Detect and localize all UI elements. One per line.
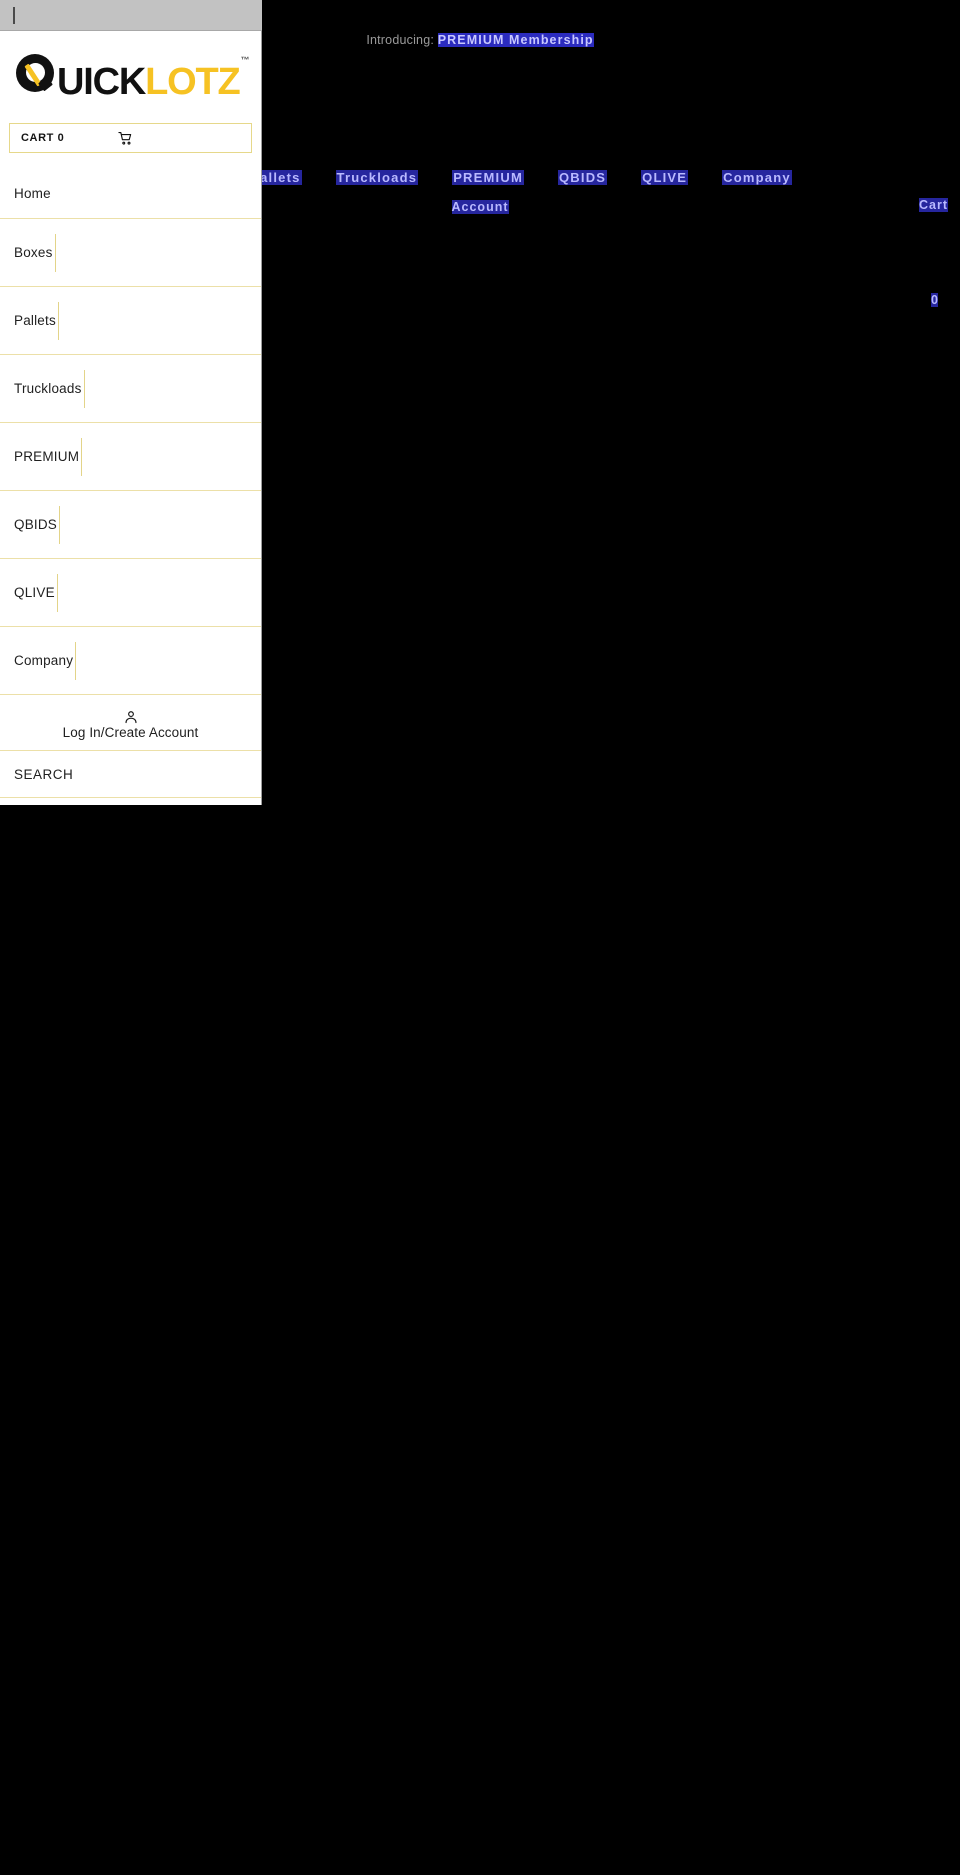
mobile-drawer-panel: UICK LOTZ ™ CART 0 Home Boxes Pallets Tr… xyxy=(0,31,262,805)
drawer-item-label: QLIVE xyxy=(14,585,55,600)
submenu-divider xyxy=(57,301,59,340)
nav-link-premium[interactable]: PREMIUM xyxy=(452,170,524,185)
nav-link-qlive[interactable]: QLIVE xyxy=(641,170,689,185)
cart-count-badge: 0 xyxy=(931,293,938,307)
drawer-item-pallets[interactable]: Pallets xyxy=(0,287,261,355)
drawer-item-label: Home xyxy=(14,186,51,201)
drawer-search-label: SEARCH xyxy=(14,766,74,782)
logo-word-lotz: LOTZ xyxy=(145,60,241,103)
drawer-cart-label: CART 0 xyxy=(21,132,65,144)
drawer-item-label: QBIDS xyxy=(14,517,58,532)
drawer-item-label: Company xyxy=(14,653,74,668)
drawer-item-truckloads[interactable]: Truckloads xyxy=(0,355,261,423)
site-logo[interactable]: UICK LOTZ ™ xyxy=(0,31,261,123)
submenu-divider xyxy=(83,369,85,408)
submenu-divider xyxy=(75,641,77,680)
drawer-item-label: PREMIUM xyxy=(14,449,80,464)
drawer-navigation-list: Home Boxes Pallets Truckloads PREMIUM QB… xyxy=(0,169,261,798)
promo-lead-text: Introducing: xyxy=(366,33,435,47)
promo-membership-link[interactable]: PREMIUM Membership xyxy=(437,33,594,47)
submenu-divider xyxy=(59,505,61,544)
submenu-divider xyxy=(81,437,83,476)
drawer-search-row[interactable]: SEARCH xyxy=(0,751,261,798)
nav-link-qbids[interactable]: QBIDS xyxy=(557,170,608,185)
drawer-item-boxes[interactable]: Boxes xyxy=(0,219,261,287)
person-icon xyxy=(124,710,138,725)
drawer-item-qlive[interactable]: QLIVE xyxy=(0,559,261,627)
browser-search-bar[interactable] xyxy=(0,0,262,31)
trademark-symbol: ™ xyxy=(240,54,250,65)
page-root: Introducing: PREMIUM Membership Boxes Pa… xyxy=(0,0,960,1875)
nav-link-truckloads[interactable]: Truckloads xyxy=(335,170,419,185)
drawer-account-label: Log In/Create Account xyxy=(62,724,199,740)
text-cursor-icon xyxy=(13,7,15,24)
drawer-cart-button[interactable]: CART 0 xyxy=(9,123,252,153)
nav-link-company[interactable]: Company xyxy=(722,170,792,185)
magnifying-glass-q-icon xyxy=(16,53,56,94)
account-link[interactable]: Account xyxy=(451,200,509,214)
drawer-item-home[interactable]: Home xyxy=(0,169,261,219)
drawer-item-company[interactable]: Company xyxy=(0,627,261,695)
drawer-item-premium[interactable]: PREMIUM xyxy=(0,423,261,491)
submenu-divider xyxy=(56,573,58,612)
drawer-item-label: Boxes xyxy=(14,245,53,260)
logo-word-quick: UICK xyxy=(57,60,146,103)
drawer-item-label: Pallets xyxy=(14,313,56,328)
drawer-item-label: Truckloads xyxy=(14,381,82,396)
submenu-divider xyxy=(54,233,56,272)
cart-link[interactable]: Cart xyxy=(918,198,948,212)
shopping-cart-icon xyxy=(118,131,133,146)
drawer-item-qbids[interactable]: QBIDS xyxy=(0,491,261,559)
drawer-login-create-account[interactable]: Log In/Create Account xyxy=(0,695,261,751)
